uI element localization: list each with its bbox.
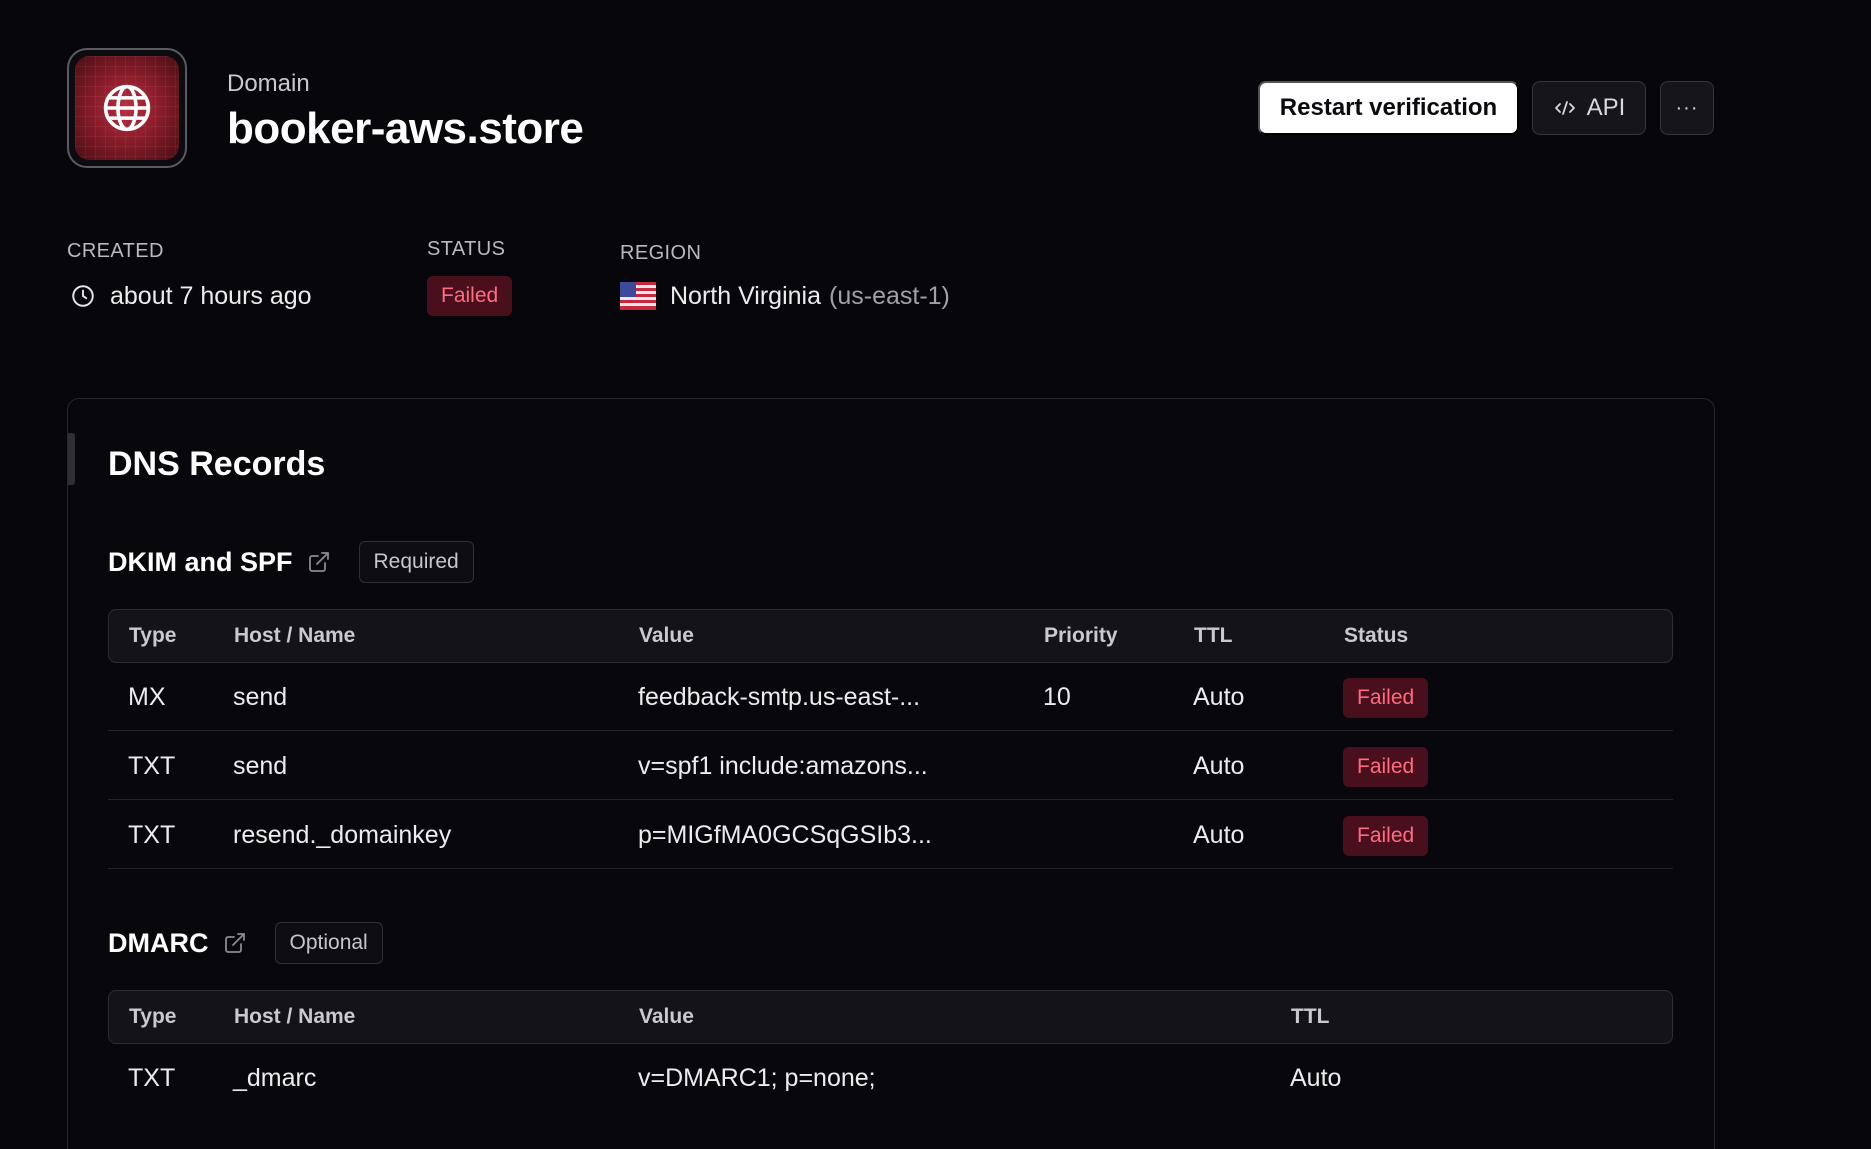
card-accent <box>68 433 75 485</box>
dmarc-section-title: DMARC <box>108 927 209 958</box>
col-type: Type <box>129 1005 177 1028</box>
optional-tag: Optional <box>274 922 383 964</box>
created-time: about 7 hours ago <box>110 281 312 310</box>
status-badge: Failed <box>1343 816 1429 857</box>
page-eyebrow: Domain <box>227 70 310 97</box>
cell-value[interactable]: p=MIGfMA0GCSqGSIb3... <box>638 801 932 869</box>
region-name: North Virginia <box>670 281 822 310</box>
cell-ttl: Auto <box>1193 752 1245 780</box>
cell-host[interactable]: _dmarc <box>233 1044 316 1112</box>
table-row[interactable]: TXT resend._domainkey p=MIGfMA0GCSqGSIb3… <box>108 801 1673 869</box>
dkim-section-header: DKIM and SPF Required <box>108 541 474 583</box>
cell-priority: 10 <box>1043 683 1071 711</box>
cell-status: Failed <box>1343 732 1429 800</box>
created-label: CREATED <box>67 240 164 262</box>
more-actions-button[interactable]: ··· <box>1660 81 1714 135</box>
status-label: STATUS <box>427 238 506 260</box>
more-icon: ··· <box>1675 96 1699 119</box>
cell-host[interactable]: resend._domainkey <box>233 801 451 869</box>
table-row[interactable]: TXT _dmarc v=DMARC1; p=none; Auto <box>108 1044 1673 1112</box>
cell-type: TXT <box>128 1064 176 1092</box>
col-priority: Priority <box>1044 624 1118 647</box>
cell-value[interactable]: v=DMARC1; p=none; <box>638 1044 876 1112</box>
cell-ttl: Auto <box>1193 683 1245 711</box>
domain-detail-page: Domain booker-aws.store Restart verifica… <box>0 0 1871 1149</box>
col-type: Type <box>129 624 177 647</box>
status-value: Failed <box>427 276 513 316</box>
clock-icon <box>72 285 94 307</box>
us-flag-icon <box>620 282 656 310</box>
api-button-label: API <box>1586 94 1626 121</box>
cell-value[interactable]: v=spf1 include:amazons... <box>638 732 928 800</box>
table-row[interactable]: TXT send v=spf1 include:amazons... Auto … <box>108 732 1673 800</box>
restart-verification-button[interactable]: Restart verification <box>1258 81 1519 135</box>
dns-records-card: DNS Records DKIM and SPF Required Type H… <box>67 398 1715 1149</box>
external-link-icon[interactable] <box>307 550 331 574</box>
cell-type: MX <box>128 683 166 711</box>
cell-status: Failed <box>1343 801 1429 869</box>
dmarc-section-header: DMARC Optional <box>108 922 383 964</box>
col-ttl: TTL <box>1194 624 1233 647</box>
cell-type: TXT <box>128 752 176 780</box>
table-row[interactable]: MX send feedback-smtp.us-east-... 10 Aut… <box>108 663 1673 731</box>
external-link-icon[interactable] <box>223 931 247 955</box>
dkim-section-title: DKIM and SPF <box>108 546 293 577</box>
cell-value[interactable]: feedback-smtp.us-east-... <box>638 663 920 731</box>
dmarc-table-header: Type Host / Name Value TTL <box>108 990 1673 1044</box>
region-code: (us-east-1) <box>829 281 950 310</box>
status-badge: Failed <box>1343 747 1429 788</box>
cell-type: TXT <box>128 821 176 849</box>
col-host: Host / Name <box>234 624 356 647</box>
domain-avatar <box>67 48 187 168</box>
required-tag: Required <box>358 541 474 583</box>
region-label: REGION <box>620 242 702 264</box>
region-value: North Virginia (us-east-1) <box>620 280 950 312</box>
code-icon <box>1554 101 1575 115</box>
cell-status: Failed <box>1343 663 1429 731</box>
cell-ttl: Auto <box>1193 821 1245 849</box>
status-badge: Failed <box>427 276 513 316</box>
created-value: about 7 hours ago <box>70 280 312 312</box>
col-value: Value <box>639 624 694 647</box>
globe-icon <box>103 84 151 132</box>
dns-records-title: DNS Records <box>108 445 326 483</box>
col-status: Status <box>1344 624 1409 647</box>
cell-ttl: Auto <box>1290 1064 1342 1092</box>
status-badge: Failed <box>1343 678 1429 719</box>
api-button[interactable]: API <box>1532 81 1646 135</box>
dkim-table-header: Type Host / Name Value Priority TTL Stat… <box>108 609 1673 663</box>
col-ttl: TTL <box>1291 1005 1330 1028</box>
col-value: Value <box>639 1005 694 1028</box>
cell-host[interactable]: send <box>233 732 287 800</box>
page-title: booker-aws.store <box>227 104 584 153</box>
cell-host[interactable]: send <box>233 663 287 731</box>
col-host: Host / Name <box>234 1005 356 1028</box>
